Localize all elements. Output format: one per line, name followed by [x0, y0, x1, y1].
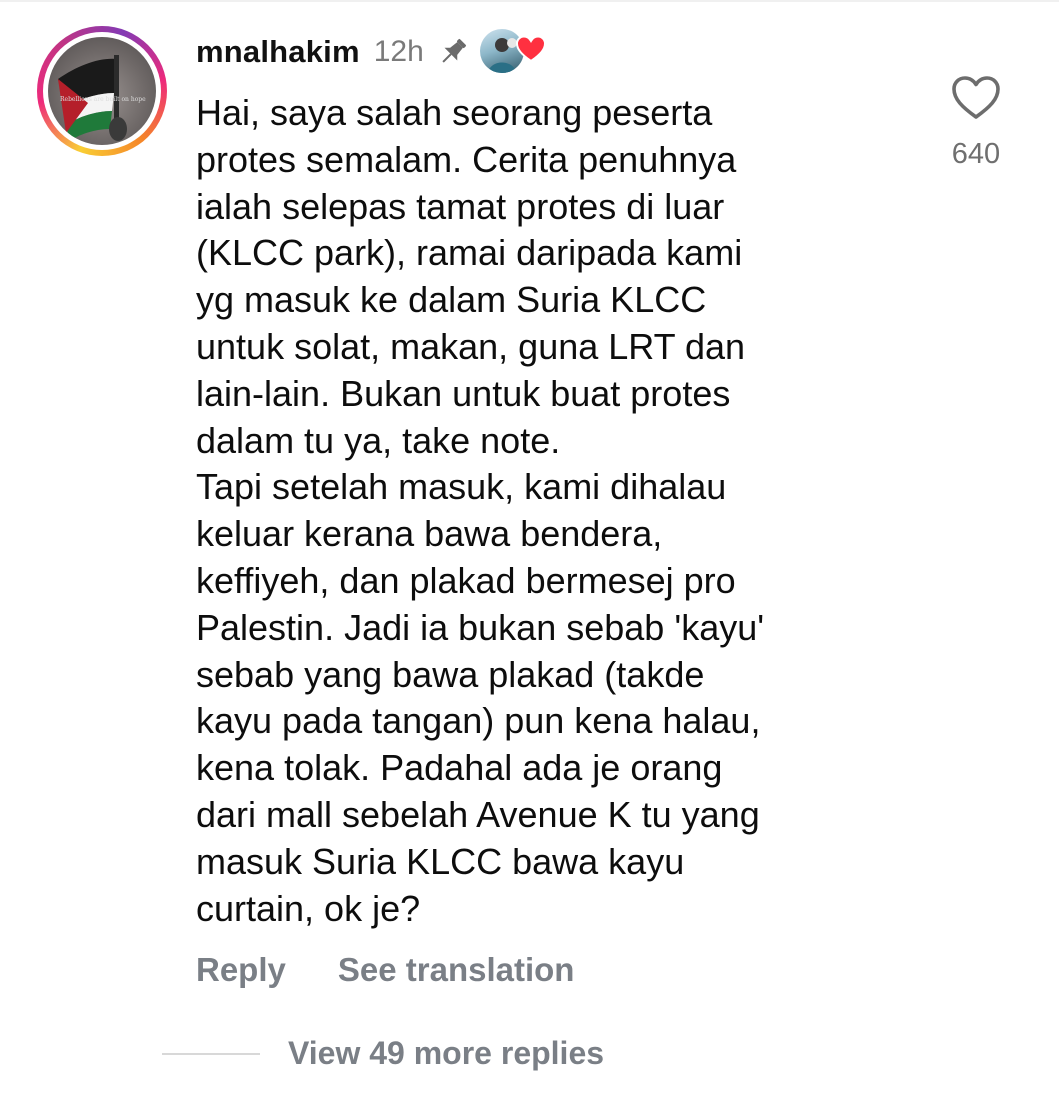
top-divider: [0, 0, 1059, 2]
username[interactable]: mnalhakim: [196, 34, 360, 70]
story-ring-avatar[interactable]: Rebellions are built on hope: [37, 26, 167, 156]
heart-outline-icon[interactable]: [950, 74, 1002, 122]
avatar-image: Rebellions are built on hope: [58, 55, 146, 141]
comment-header: mnalhakim 12h: [196, 27, 546, 77]
pin-icon: [436, 35, 470, 69]
creator-liked-badge: [479, 27, 546, 77]
comment-actions: Reply See translation: [196, 951, 574, 989]
avatar: Rebellions are built on hope: [48, 37, 156, 145]
timestamp: 12h: [373, 35, 424, 68]
replies-divider: [162, 1053, 260, 1055]
comment-text: Hai, saya salah seorang peserta protes s…: [196, 92, 765, 929]
reply-button[interactable]: Reply: [196, 951, 286, 989]
heart-icon: [515, 35, 546, 63]
view-more-replies-button[interactable]: View 49 more replies: [288, 1035, 604, 1072]
see-translation-button[interactable]: See translation: [338, 951, 575, 989]
avatar-caption: Rebellions are built on hope: [60, 96, 146, 103]
like-count: 640: [951, 138, 1001, 170]
